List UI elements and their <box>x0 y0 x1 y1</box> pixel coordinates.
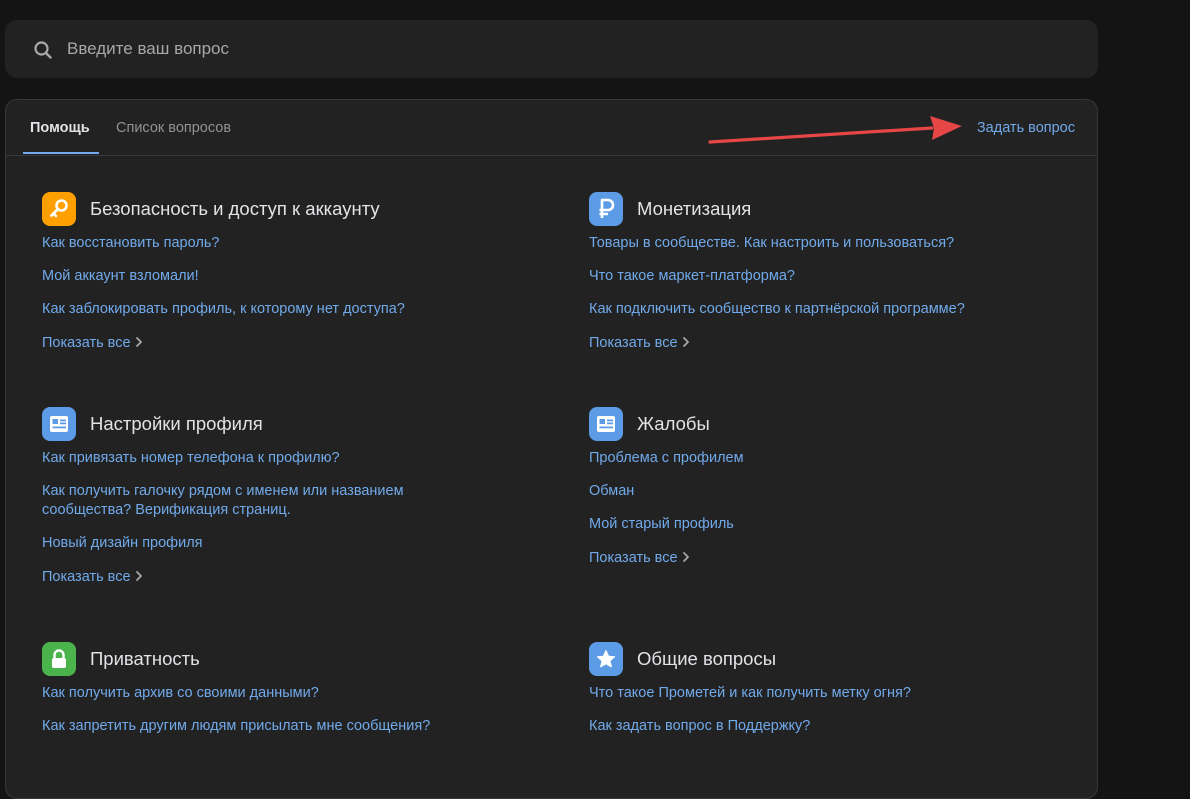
profile-card-icon <box>42 407 76 441</box>
chevron-right-icon <box>682 552 689 563</box>
faq-link[interactable]: Мой старый профиль <box>589 515 1069 534</box>
active-tab-indicator <box>23 152 99 154</box>
section-security: Безопасность и доступ к аккаунту Как вос… <box>42 192 522 352</box>
faq-link[interactable]: Как задать вопрос в Поддержку? <box>589 717 1069 736</box>
search-input[interactable] <box>67 34 1027 64</box>
section-complaints: Жалобы Проблема с профилем Обман Мой ста… <box>589 407 1069 567</box>
section-title: Приватность <box>90 648 200 669</box>
tab-help[interactable]: Помощь <box>30 120 90 136</box>
lock-icon <box>42 642 76 676</box>
star-icon <box>589 642 623 676</box>
section-profile-settings: Настройки профиля Как привязать номер те… <box>42 407 462 586</box>
show-all-link[interactable]: Показать все <box>42 335 143 351</box>
chevron-right-icon <box>135 571 142 582</box>
faq-link[interactable]: Как получить архив со своими данными? <box>42 684 522 703</box>
faq-link[interactable]: Как получить галочку рядом с именем или … <box>42 482 462 520</box>
tab-question-list[interactable]: Список вопросов <box>116 120 231 136</box>
key-icon <box>42 192 76 226</box>
ask-question-link[interactable]: Задать вопрос <box>977 120 1075 136</box>
ruble-icon <box>589 192 623 226</box>
faq-link[interactable]: Мой аккаунт взломали! <box>42 267 522 286</box>
faq-link[interactable]: Как запретить другим людям присылать мне… <box>42 717 522 736</box>
section-title: Общие вопросы <box>637 648 777 669</box>
section-privacy: Приватность Как получить архив со своими… <box>42 642 522 750</box>
faq-link[interactable]: Как привязать номер телефона к профилю? <box>42 449 462 468</box>
search-bar[interactable] <box>5 20 1098 78</box>
faq-link[interactable]: Что такое маркет-платформа? <box>589 267 1069 286</box>
section-title: Безопасность и доступ к аккаунту <box>90 198 380 219</box>
profile-card-icon <box>589 407 623 441</box>
chevron-right-icon <box>135 337 142 348</box>
section-title: Монетизация <box>637 198 752 219</box>
help-panel: Помощь Список вопросов Задать вопрос Без… <box>5 99 1098 799</box>
faq-link[interactable]: Товары в сообществе. Как настроить и пол… <box>589 234 1069 253</box>
faq-link[interactable]: Как подключить сообщество к партнёрской … <box>589 300 1069 319</box>
faq-link[interactable]: Новый дизайн профиля <box>42 534 462 553</box>
faq-link[interactable]: Обман <box>589 482 1069 501</box>
faq-link[interactable]: Как восстановить пароль? <box>42 234 522 253</box>
faq-link[interactable]: Проблема с профилем <box>589 449 1069 468</box>
chevron-right-icon <box>682 337 689 348</box>
section-title: Жалобы <box>637 413 710 434</box>
annotation-arrow-icon <box>708 116 962 144</box>
section-title: Настройки профиля <box>90 413 263 434</box>
faq-link[interactable]: Что такое Прометей и как получить метку … <box>589 684 1069 703</box>
show-all-link[interactable]: Показать все <box>589 550 690 566</box>
show-all-link[interactable]: Показать все <box>589 335 690 351</box>
section-general-questions: Общие вопросы Что такое Прометей и как п… <box>589 642 1069 750</box>
faq-link[interactable]: Как заблокировать профиль, к которому не… <box>42 300 522 319</box>
section-monetization: Монетизация Товары в сообществе. Как нас… <box>589 192 1069 352</box>
search-icon <box>34 41 52 59</box>
show-all-link[interactable]: Показать все <box>42 569 143 585</box>
